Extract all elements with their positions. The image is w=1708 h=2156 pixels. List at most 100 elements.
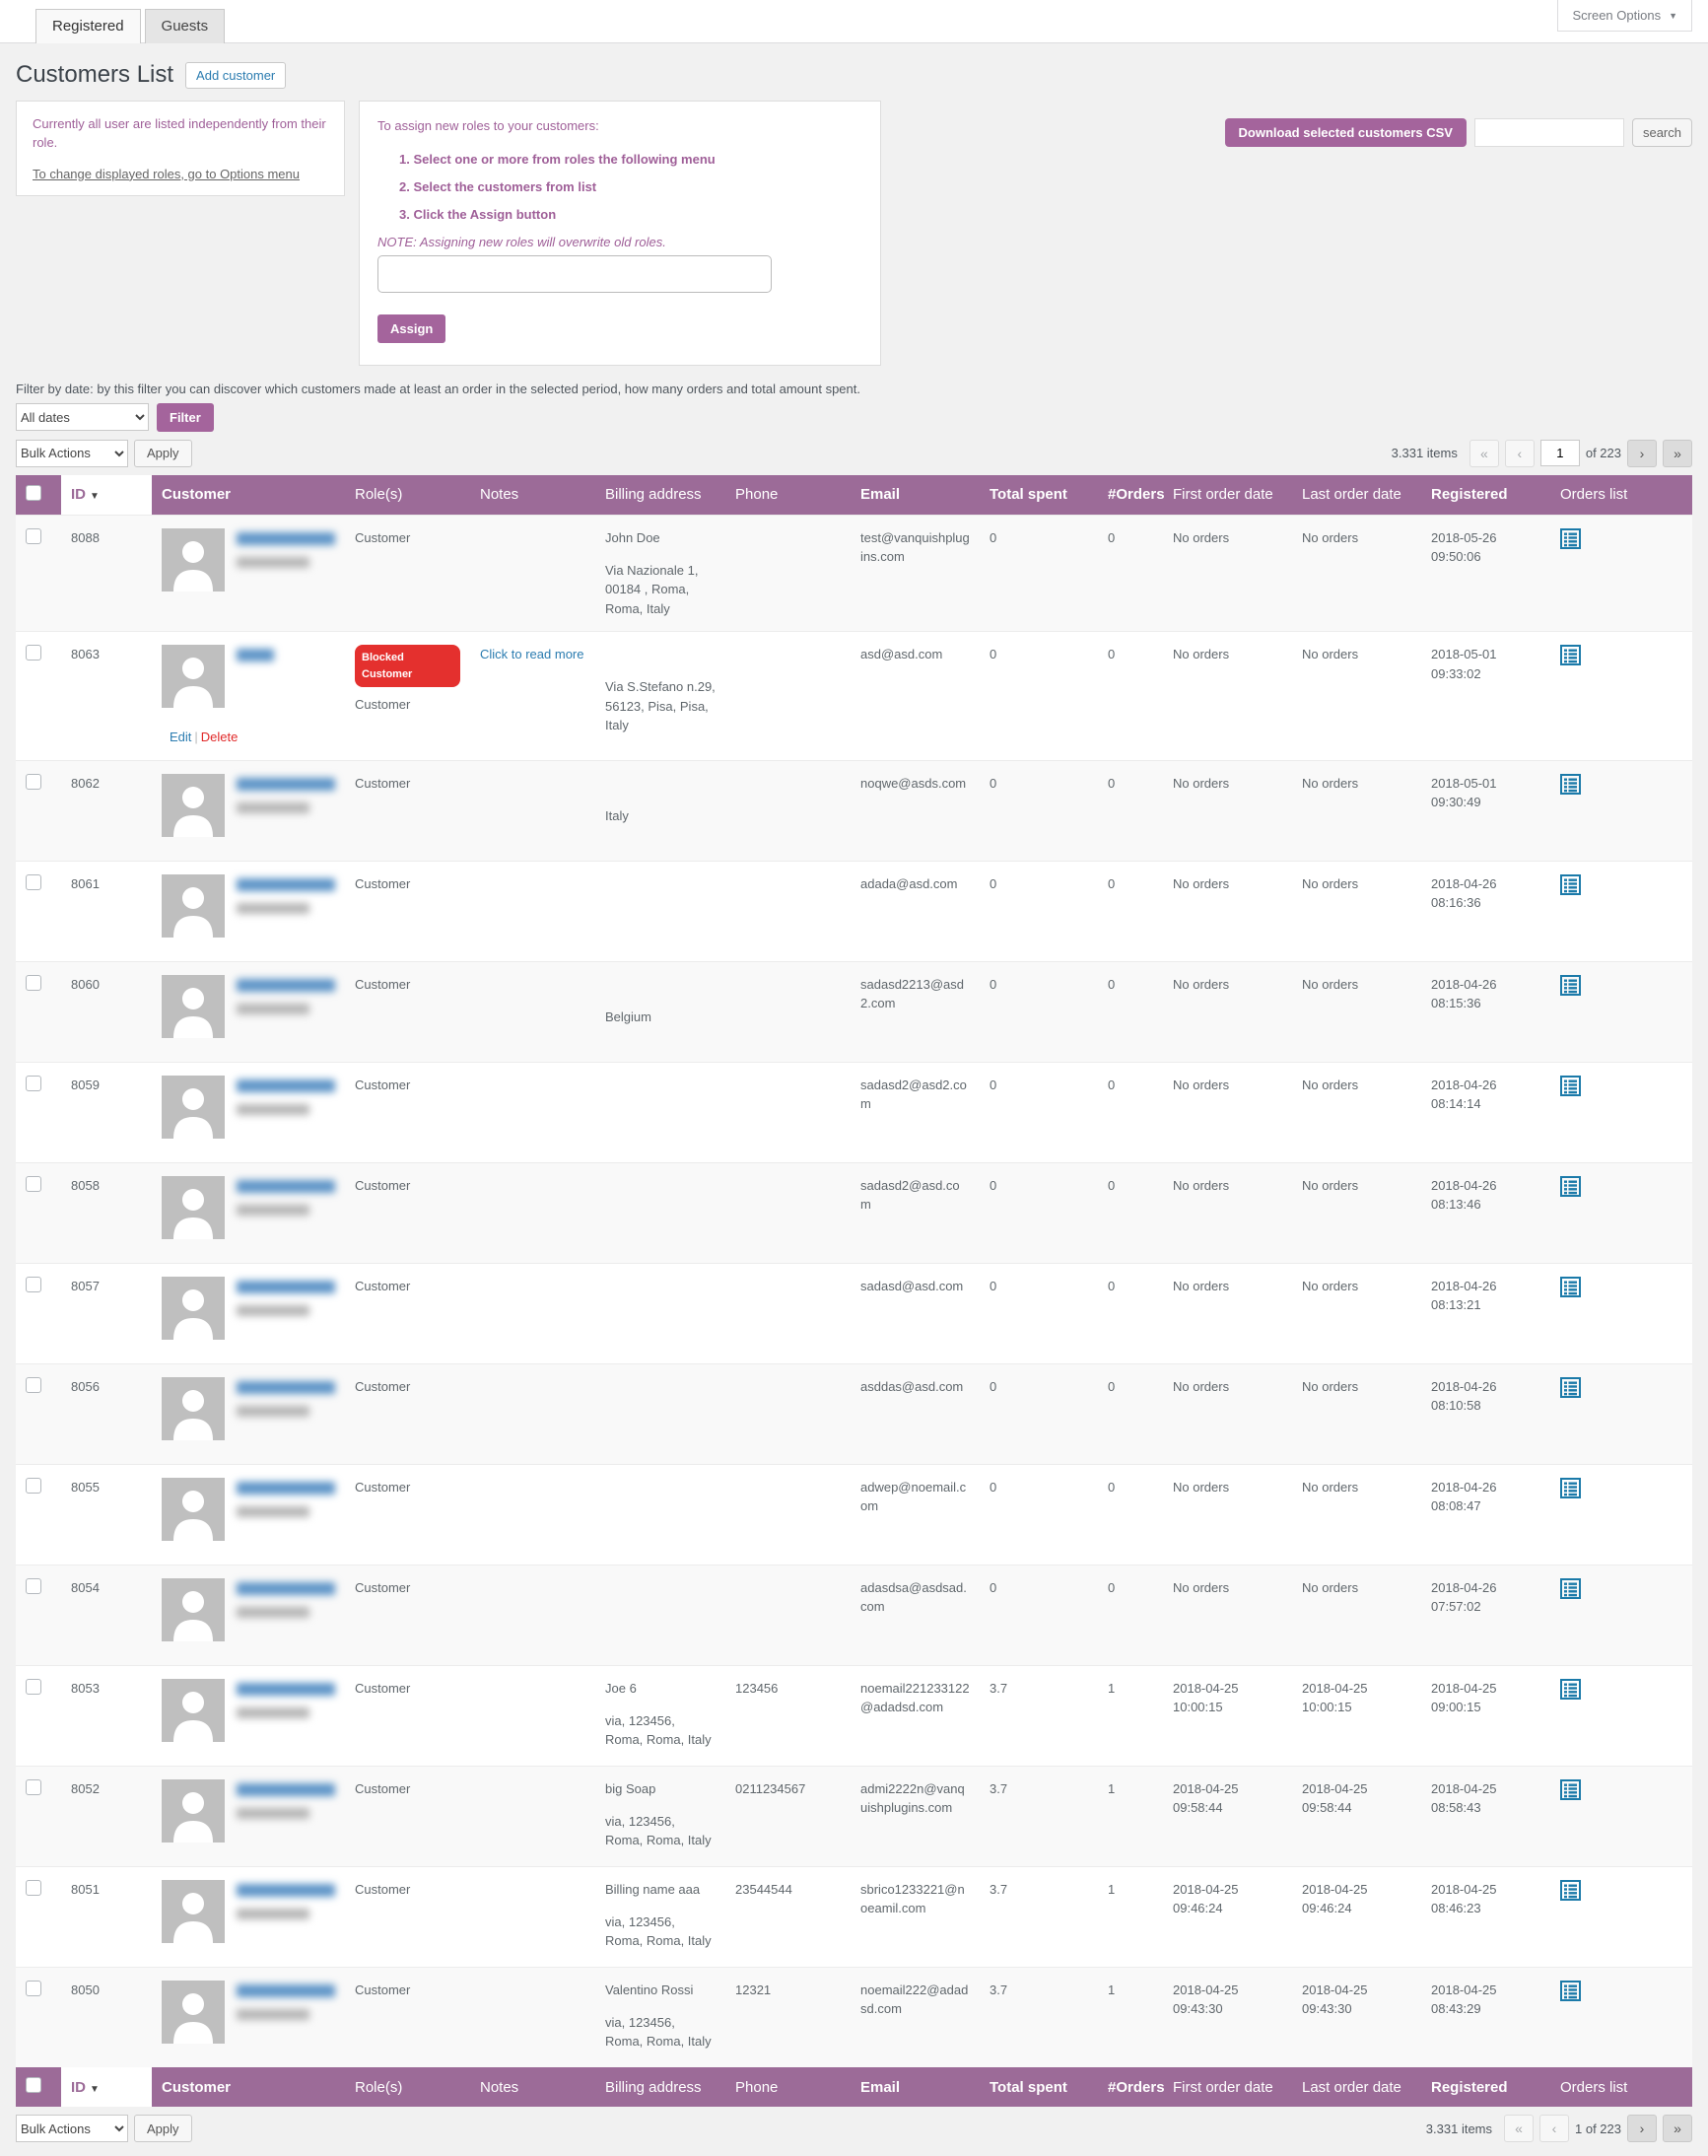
orders-list-cell bbox=[1550, 1263, 1692, 1363]
tab-registered[interactable]: Registered bbox=[35, 9, 141, 43]
customer-name-link[interactable] bbox=[237, 979, 335, 992]
customer-name-link[interactable] bbox=[237, 1783, 335, 1796]
customer-name-link[interactable] bbox=[237, 878, 335, 891]
add-customer-button[interactable]: Add customer bbox=[185, 62, 286, 89]
customer-name-link[interactable] bbox=[237, 1281, 335, 1293]
roles-cell: Customer bbox=[345, 1162, 470, 1263]
customer-name-link[interactable] bbox=[237, 1381, 335, 1394]
orders-count-cell: 1 bbox=[1098, 1766, 1163, 1866]
orders-list-icon[interactable] bbox=[1560, 1779, 1581, 1800]
total-spent-cell: 3.7 bbox=[980, 1866, 1098, 1967]
last-page-button-bottom[interactable]: » bbox=[1663, 2115, 1692, 2142]
phone-cell: 123456 bbox=[725, 1665, 851, 1766]
email-cell: sbrico1233221@noeamil.com bbox=[851, 1866, 980, 1967]
row-checkbox[interactable] bbox=[26, 528, 41, 544]
customer-name-link[interactable] bbox=[237, 1180, 335, 1193]
row-checkbox[interactable] bbox=[26, 1779, 41, 1795]
select-all-checkbox-bottom[interactable] bbox=[26, 2077, 41, 2093]
row-checkbox[interactable] bbox=[26, 1578, 41, 1594]
first-order-date-cell: No orders bbox=[1163, 961, 1292, 1062]
row-checkbox[interactable] bbox=[26, 1377, 41, 1393]
prev-page-button[interactable]: ‹ bbox=[1505, 440, 1535, 467]
select-all-checkbox[interactable] bbox=[26, 485, 41, 501]
email-cell: adwep@noemail.com bbox=[851, 1464, 980, 1565]
filter-button[interactable]: Filter bbox=[157, 403, 214, 432]
next-page-button[interactable]: › bbox=[1627, 440, 1657, 467]
first-page-button-bottom[interactable]: « bbox=[1504, 2115, 1534, 2142]
orders-list-icon[interactable] bbox=[1560, 774, 1581, 795]
customer-subtext bbox=[237, 1506, 309, 1517]
next-page-button-bottom[interactable]: › bbox=[1627, 2115, 1657, 2142]
orders-list-icon[interactable] bbox=[1560, 1880, 1581, 1901]
registered-date-cell: 2018-04-26 08:16:36 bbox=[1421, 861, 1550, 961]
email-cell: adasdsa@asdsad.com bbox=[851, 1565, 980, 1665]
row-checkbox[interactable] bbox=[26, 645, 41, 661]
edit-link[interactable]: Edit bbox=[170, 730, 191, 744]
bulk-actions-select-top[interactable]: Bulk Actions bbox=[16, 440, 128, 467]
customer-name-link[interactable] bbox=[237, 1482, 335, 1495]
orders-list-icon[interactable] bbox=[1560, 975, 1581, 996]
row-checkbox[interactable] bbox=[26, 1981, 41, 1996]
current-page-input[interactable] bbox=[1540, 440, 1580, 466]
options-menu-link[interactable]: To change displayed roles, go to Options… bbox=[33, 167, 300, 181]
row-checkbox[interactable] bbox=[26, 1277, 41, 1292]
column-header-id[interactable]: ID▼ bbox=[61, 475, 152, 516]
registered-date-cell: 2018-04-25 08:43:29 bbox=[1421, 1967, 1550, 2067]
search-button[interactable]: search bbox=[1632, 118, 1692, 147]
row-checkbox[interactable] bbox=[26, 1478, 41, 1494]
orders-list-icon[interactable] bbox=[1560, 1578, 1581, 1599]
orders-list-icon[interactable] bbox=[1560, 1478, 1581, 1498]
download-csv-button[interactable]: Download selected customers CSV bbox=[1225, 118, 1467, 147]
column-footer-last-order: Last order date bbox=[1292, 2067, 1421, 2107]
avatar bbox=[162, 645, 225, 708]
search-input[interactable] bbox=[1474, 118, 1624, 147]
orders-count-cell: 0 bbox=[1098, 515, 1163, 632]
customer-name-link[interactable] bbox=[237, 1984, 335, 1997]
bulk-actions-select-bottom[interactable]: Bulk Actions bbox=[16, 2115, 128, 2142]
apply-button-bottom[interactable]: Apply bbox=[134, 2115, 192, 2142]
row-checkbox[interactable] bbox=[26, 874, 41, 890]
row-checkbox[interactable] bbox=[26, 975, 41, 991]
roles-input[interactable] bbox=[377, 255, 772, 293]
customer-name-link[interactable] bbox=[237, 1683, 335, 1696]
assign-step-1: 1. Select one or more from roles the fol… bbox=[399, 152, 862, 167]
customer-name-link[interactable] bbox=[237, 1582, 335, 1595]
customer-name-link[interactable] bbox=[237, 532, 335, 545]
avatar bbox=[162, 1076, 225, 1139]
last-page-button[interactable]: » bbox=[1663, 440, 1692, 467]
orders-list-icon[interactable] bbox=[1560, 645, 1581, 665]
apply-button-top[interactable]: Apply bbox=[134, 440, 192, 467]
row-checkbox[interactable] bbox=[26, 774, 41, 790]
customer-name-link[interactable] bbox=[237, 778, 335, 791]
customer-subtext bbox=[237, 1808, 309, 1819]
customer-cell bbox=[152, 1866, 345, 1967]
notes-cell bbox=[470, 1565, 595, 1665]
prev-page-button-bottom[interactable]: ‹ bbox=[1539, 2115, 1569, 2142]
delete-link[interactable]: Delete bbox=[201, 730, 239, 744]
orders-list-icon[interactable] bbox=[1560, 528, 1581, 549]
orders-list-icon[interactable] bbox=[1560, 1679, 1581, 1700]
customer-name-link[interactable] bbox=[237, 1884, 335, 1897]
orders-list-icon[interactable] bbox=[1560, 1277, 1581, 1297]
read-note-link[interactable]: Click to read more bbox=[480, 647, 583, 661]
orders-list-icon[interactable] bbox=[1560, 1076, 1581, 1096]
row-checkbox[interactable] bbox=[26, 1880, 41, 1896]
column-footer-id[interactable]: ID▼ bbox=[61, 2067, 152, 2107]
phone-cell bbox=[725, 1062, 851, 1162]
row-checkbox[interactable] bbox=[26, 1679, 41, 1695]
row-checkbox[interactable] bbox=[26, 1176, 41, 1192]
screen-options-button[interactable]: Screen Options ▼ bbox=[1557, 0, 1692, 32]
roles-cell: Customer bbox=[345, 1062, 470, 1162]
notes-cell: Click to read more bbox=[470, 632, 595, 761]
customer-name-link[interactable] bbox=[237, 649, 274, 661]
customer-name-link[interactable] bbox=[237, 1079, 335, 1092]
assign-button[interactable]: Assign bbox=[377, 314, 445, 343]
orders-list-icon[interactable] bbox=[1560, 1176, 1581, 1197]
date-filter-select[interactable]: All dates bbox=[16, 403, 149, 431]
orders-list-icon[interactable] bbox=[1560, 874, 1581, 895]
tab-guests[interactable]: Guests bbox=[145, 9, 226, 43]
orders-list-icon[interactable] bbox=[1560, 1377, 1581, 1398]
orders-list-icon[interactable] bbox=[1560, 1981, 1581, 2001]
first-page-button[interactable]: « bbox=[1469, 440, 1499, 467]
row-checkbox[interactable] bbox=[26, 1076, 41, 1091]
